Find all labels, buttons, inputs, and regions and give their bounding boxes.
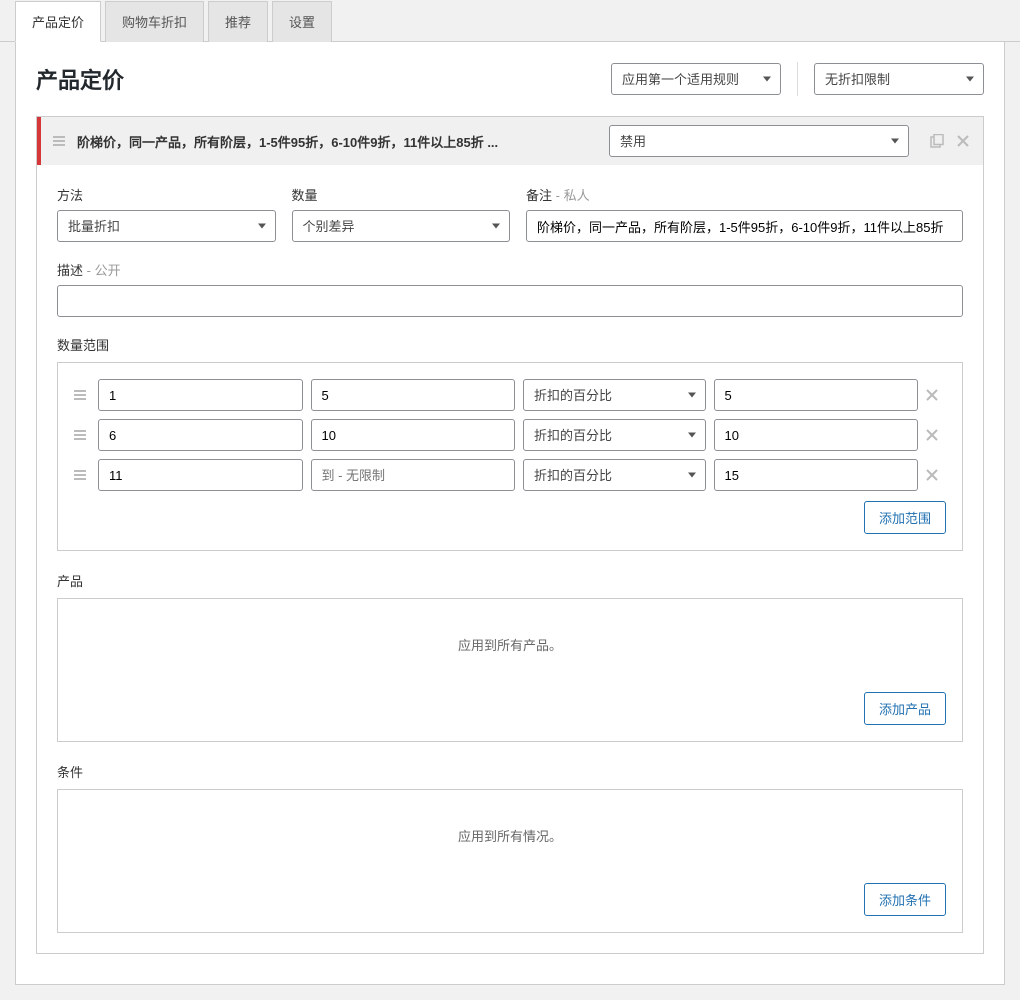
- remove-range-icon[interactable]: [926, 389, 946, 401]
- conditions-empty-text: 应用到所有情况。: [74, 806, 946, 873]
- range-row: 折扣的百分比: [74, 419, 946, 451]
- tab-recommend[interactable]: 推荐: [208, 1, 268, 42]
- range-from-input[interactable]: [98, 379, 303, 411]
- main-panel: 产品定价 应用第一个适用规则 无折扣限制 阶梯价，同一产品，所有阶层，1-5件9…: [15, 42, 1005, 985]
- tab-cart-discount[interactable]: 购物车折扣: [105, 1, 204, 42]
- range-from-input[interactable]: [98, 459, 303, 491]
- range-to-input[interactable]: [311, 459, 516, 491]
- divider: [797, 62, 798, 96]
- range-value-input[interactable]: [714, 419, 919, 451]
- products-box: 应用到所有产品。 添加产品: [57, 598, 963, 742]
- rule-actions: [929, 133, 971, 149]
- drag-handle-icon[interactable]: [74, 390, 86, 400]
- conditions-box: 应用到所有情况。 添加条件: [57, 789, 963, 933]
- add-condition-button[interactable]: 添加条件: [864, 883, 946, 916]
- tab-product-pricing[interactable]: 产品定价: [15, 1, 101, 42]
- products-label: 产品: [57, 571, 963, 590]
- ranges-label: 数量范围: [57, 335, 963, 354]
- header-controls: 应用第一个适用规则 无折扣限制: [611, 62, 984, 96]
- remove-range-icon[interactable]: [926, 469, 946, 481]
- rule-mode-select[interactable]: 应用第一个适用规则: [611, 63, 781, 95]
- note-label: 备注 - 私人: [526, 185, 963, 204]
- conditions-label: 条件: [57, 762, 963, 781]
- method-select[interactable]: 批量折扣: [57, 210, 276, 242]
- range-type-select[interactable]: 折扣的百分比: [523, 379, 706, 411]
- range-row: 折扣的百分比: [74, 379, 946, 411]
- close-icon[interactable]: [955, 133, 971, 149]
- drag-handle-icon[interactable]: [53, 136, 65, 146]
- add-product-button[interactable]: 添加产品: [864, 692, 946, 725]
- ranges-box: 折扣的百分比折扣的百分比折扣的百分比 添加范围: [57, 362, 963, 551]
- range-type-select[interactable]: 折扣的百分比: [523, 459, 706, 491]
- rule-status-select[interactable]: 禁用: [609, 125, 909, 157]
- range-row: 折扣的百分比: [74, 459, 946, 491]
- range-type-select[interactable]: 折扣的百分比: [523, 419, 706, 451]
- tabs-bar: 产品定价 购物车折扣 推荐 设置: [0, 0, 1020, 42]
- header-row: 产品定价 应用第一个适用规则 无折扣限制: [16, 62, 1004, 116]
- desc-input[interactable]: [57, 285, 963, 317]
- desc-label: 描述 - 公开: [57, 260, 963, 279]
- quantity-select[interactable]: 个别差异: [292, 210, 511, 242]
- quantity-label: 数量: [292, 185, 511, 204]
- products-empty-text: 应用到所有产品。: [74, 615, 946, 682]
- duplicate-icon[interactable]: [929, 133, 945, 149]
- drag-handle-icon[interactable]: [74, 430, 86, 440]
- add-range-button[interactable]: 添加范围: [864, 501, 946, 534]
- rule-body: 方法 批量折扣 数量 个别差异: [37, 165, 983, 953]
- note-input[interactable]: [526, 210, 963, 242]
- drag-handle-icon[interactable]: [74, 470, 86, 480]
- discount-limit-select[interactable]: 无折扣限制: [814, 63, 984, 95]
- remove-range-icon[interactable]: [926, 429, 946, 441]
- range-value-input[interactable]: [714, 379, 919, 411]
- rule-header: 阶梯价，同一产品，所有阶层，1-5件95折，6-10件9折，11件以上85折 .…: [37, 117, 983, 165]
- rule-title: 阶梯价，同一产品，所有阶层，1-5件95折，6-10件9折，11件以上85折 .…: [77, 132, 597, 151]
- rule-block: 阶梯价，同一产品，所有阶层，1-5件95折，6-10件9折，11件以上85折 .…: [36, 116, 984, 954]
- tab-settings[interactable]: 设置: [272, 1, 332, 42]
- range-value-input[interactable]: [714, 459, 919, 491]
- range-to-input[interactable]: [311, 419, 516, 451]
- range-to-input[interactable]: [311, 379, 516, 411]
- range-from-input[interactable]: [98, 419, 303, 451]
- page-title: 产品定价: [36, 63, 124, 95]
- method-label: 方法: [57, 185, 276, 204]
